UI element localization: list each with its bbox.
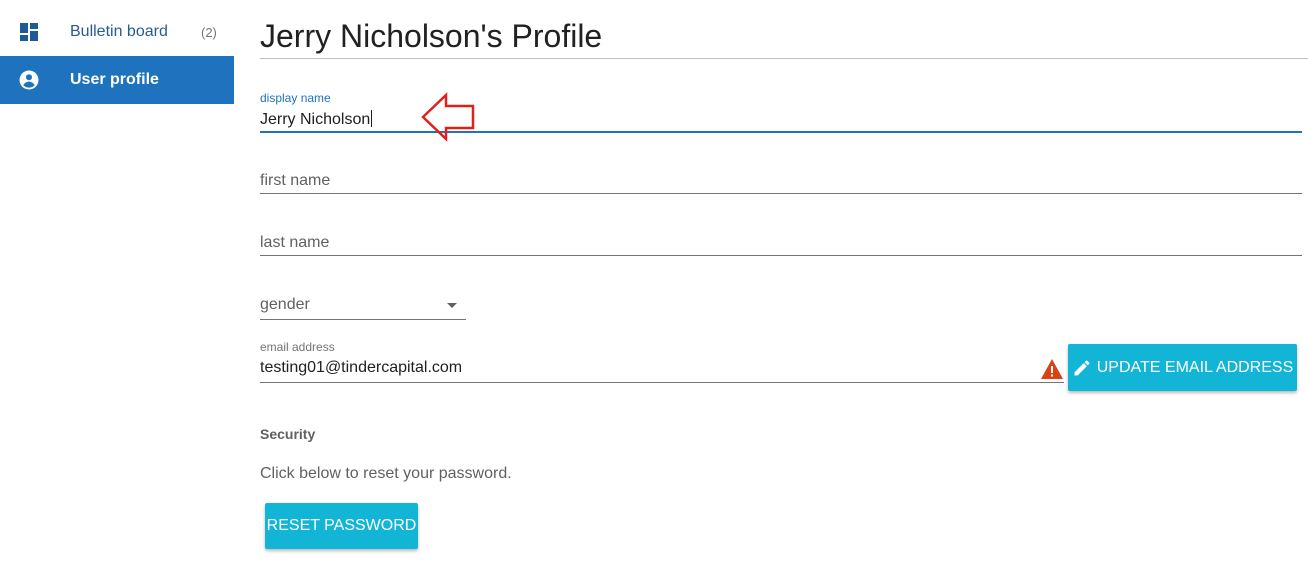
last-name-placeholder: last name	[260, 234, 330, 251]
first-name-field[interactable]: first name	[260, 170, 1302, 196]
dashboard-icon	[20, 23, 38, 41]
reset-password-label: RESET PASSWORD	[266, 517, 417, 534]
last-name-underline	[260, 255, 1302, 256]
first-name-underline	[260, 193, 1302, 194]
email-value[interactable]: testing01@tindercapital.com	[260, 359, 462, 377]
account-circle-icon	[19, 70, 39, 90]
sidebar-item-label: Bulletin board	[70, 23, 168, 40]
sidebar-item-bulletin-board[interactable]: Bulletin board (2)	[0, 8, 234, 56]
display-name-underline	[260, 131, 1302, 133]
page-title: Jerry Nicholson's Profile	[260, 18, 603, 54]
security-heading: Security	[260, 426, 316, 442]
gender-select[interactable]: gender	[260, 294, 466, 322]
last-name-field[interactable]: last name	[260, 232, 1302, 258]
update-email-label: UPDATE EMAIL ADDRESS	[1096, 358, 1294, 376]
email-underline	[260, 382, 1064, 383]
first-name-placeholder: first name	[260, 172, 331, 189]
pencil-icon	[1074, 359, 1090, 375]
arrow-left-icon	[421, 92, 475, 142]
sidebar-item-user-profile[interactable]: User profile	[0, 56, 234, 104]
chevron-down-icon	[447, 303, 457, 308]
display-name-input[interactable]: Jerry Nicholson	[260, 110, 373, 129]
update-email-button[interactable]: UPDATE EMAIL ADDRESS	[1068, 344, 1297, 391]
email-field[interactable]: email address testing01@tindercapital.co…	[260, 340, 1064, 386]
reset-password-button[interactable]: RESET PASSWORD	[265, 503, 418, 549]
sidebar-item-count: (2)	[201, 25, 217, 40]
gender-underline	[260, 319, 466, 320]
sidebar-item-label: User profile	[70, 71, 159, 88]
display-name-field[interactable]: display name Jerry Nicholson	[260, 90, 1302, 135]
display-name-label: display name	[260, 91, 331, 105]
gender-placeholder: gender	[260, 296, 310, 313]
warning-icon	[1041, 359, 1063, 379]
display-name-value: Jerry Nicholson	[260, 111, 371, 128]
sidebar: Bulletin board (2) User profile	[0, 0, 234, 570]
email-label: email address	[260, 340, 335, 354]
reset-help-text: Click below to reset your password.	[260, 465, 512, 482]
text-caret	[371, 110, 373, 127]
title-divider	[260, 58, 1308, 59]
